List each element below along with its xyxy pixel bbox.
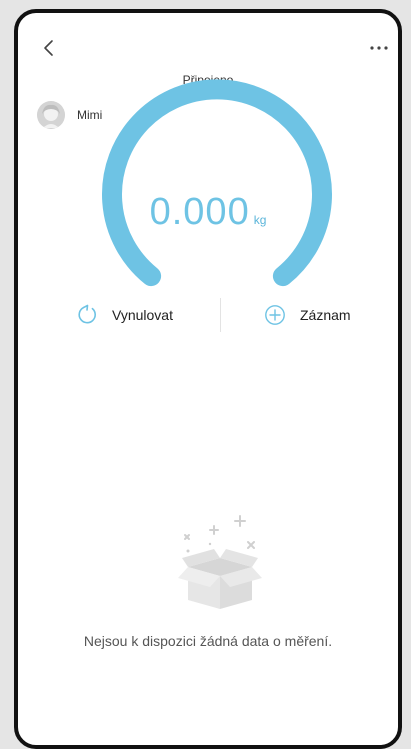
weight-unit: kg [253,213,267,227]
gauge-arc [102,79,332,287]
weight-display: 0.000 kg [18,191,398,234]
record-button[interactable]: Záznam [264,298,351,332]
reset-label: Vynulovat [112,307,173,323]
empty-box-icon [178,515,262,609]
record-label: Záznam [300,307,351,323]
more-horizontal-icon [370,46,388,50]
more-button[interactable] [364,41,398,55]
action-divider [220,298,221,332]
user-selector[interactable]: Mimi [37,101,102,129]
plus-circle-icon [265,305,285,325]
connection-status: Připojeno [182,73,234,87]
back-button[interactable] [40,37,58,59]
user-avatar-icon [37,101,65,129]
empty-state-message: Nejsou k dispozici žádná data o měření. [83,633,333,649]
reset-button[interactable]: Vynulovat [76,298,173,332]
user-name: Mimi [77,108,103,122]
refresh-icon [78,304,97,324]
chevron-left-icon [44,40,53,56]
phone-screen: Připojeno Mimi 0.000 kg Vynulovat Záznam… [14,9,402,749]
action-bar: Vynulovat Záznam [18,298,398,332]
weight-value: 0.000 [149,191,250,233]
